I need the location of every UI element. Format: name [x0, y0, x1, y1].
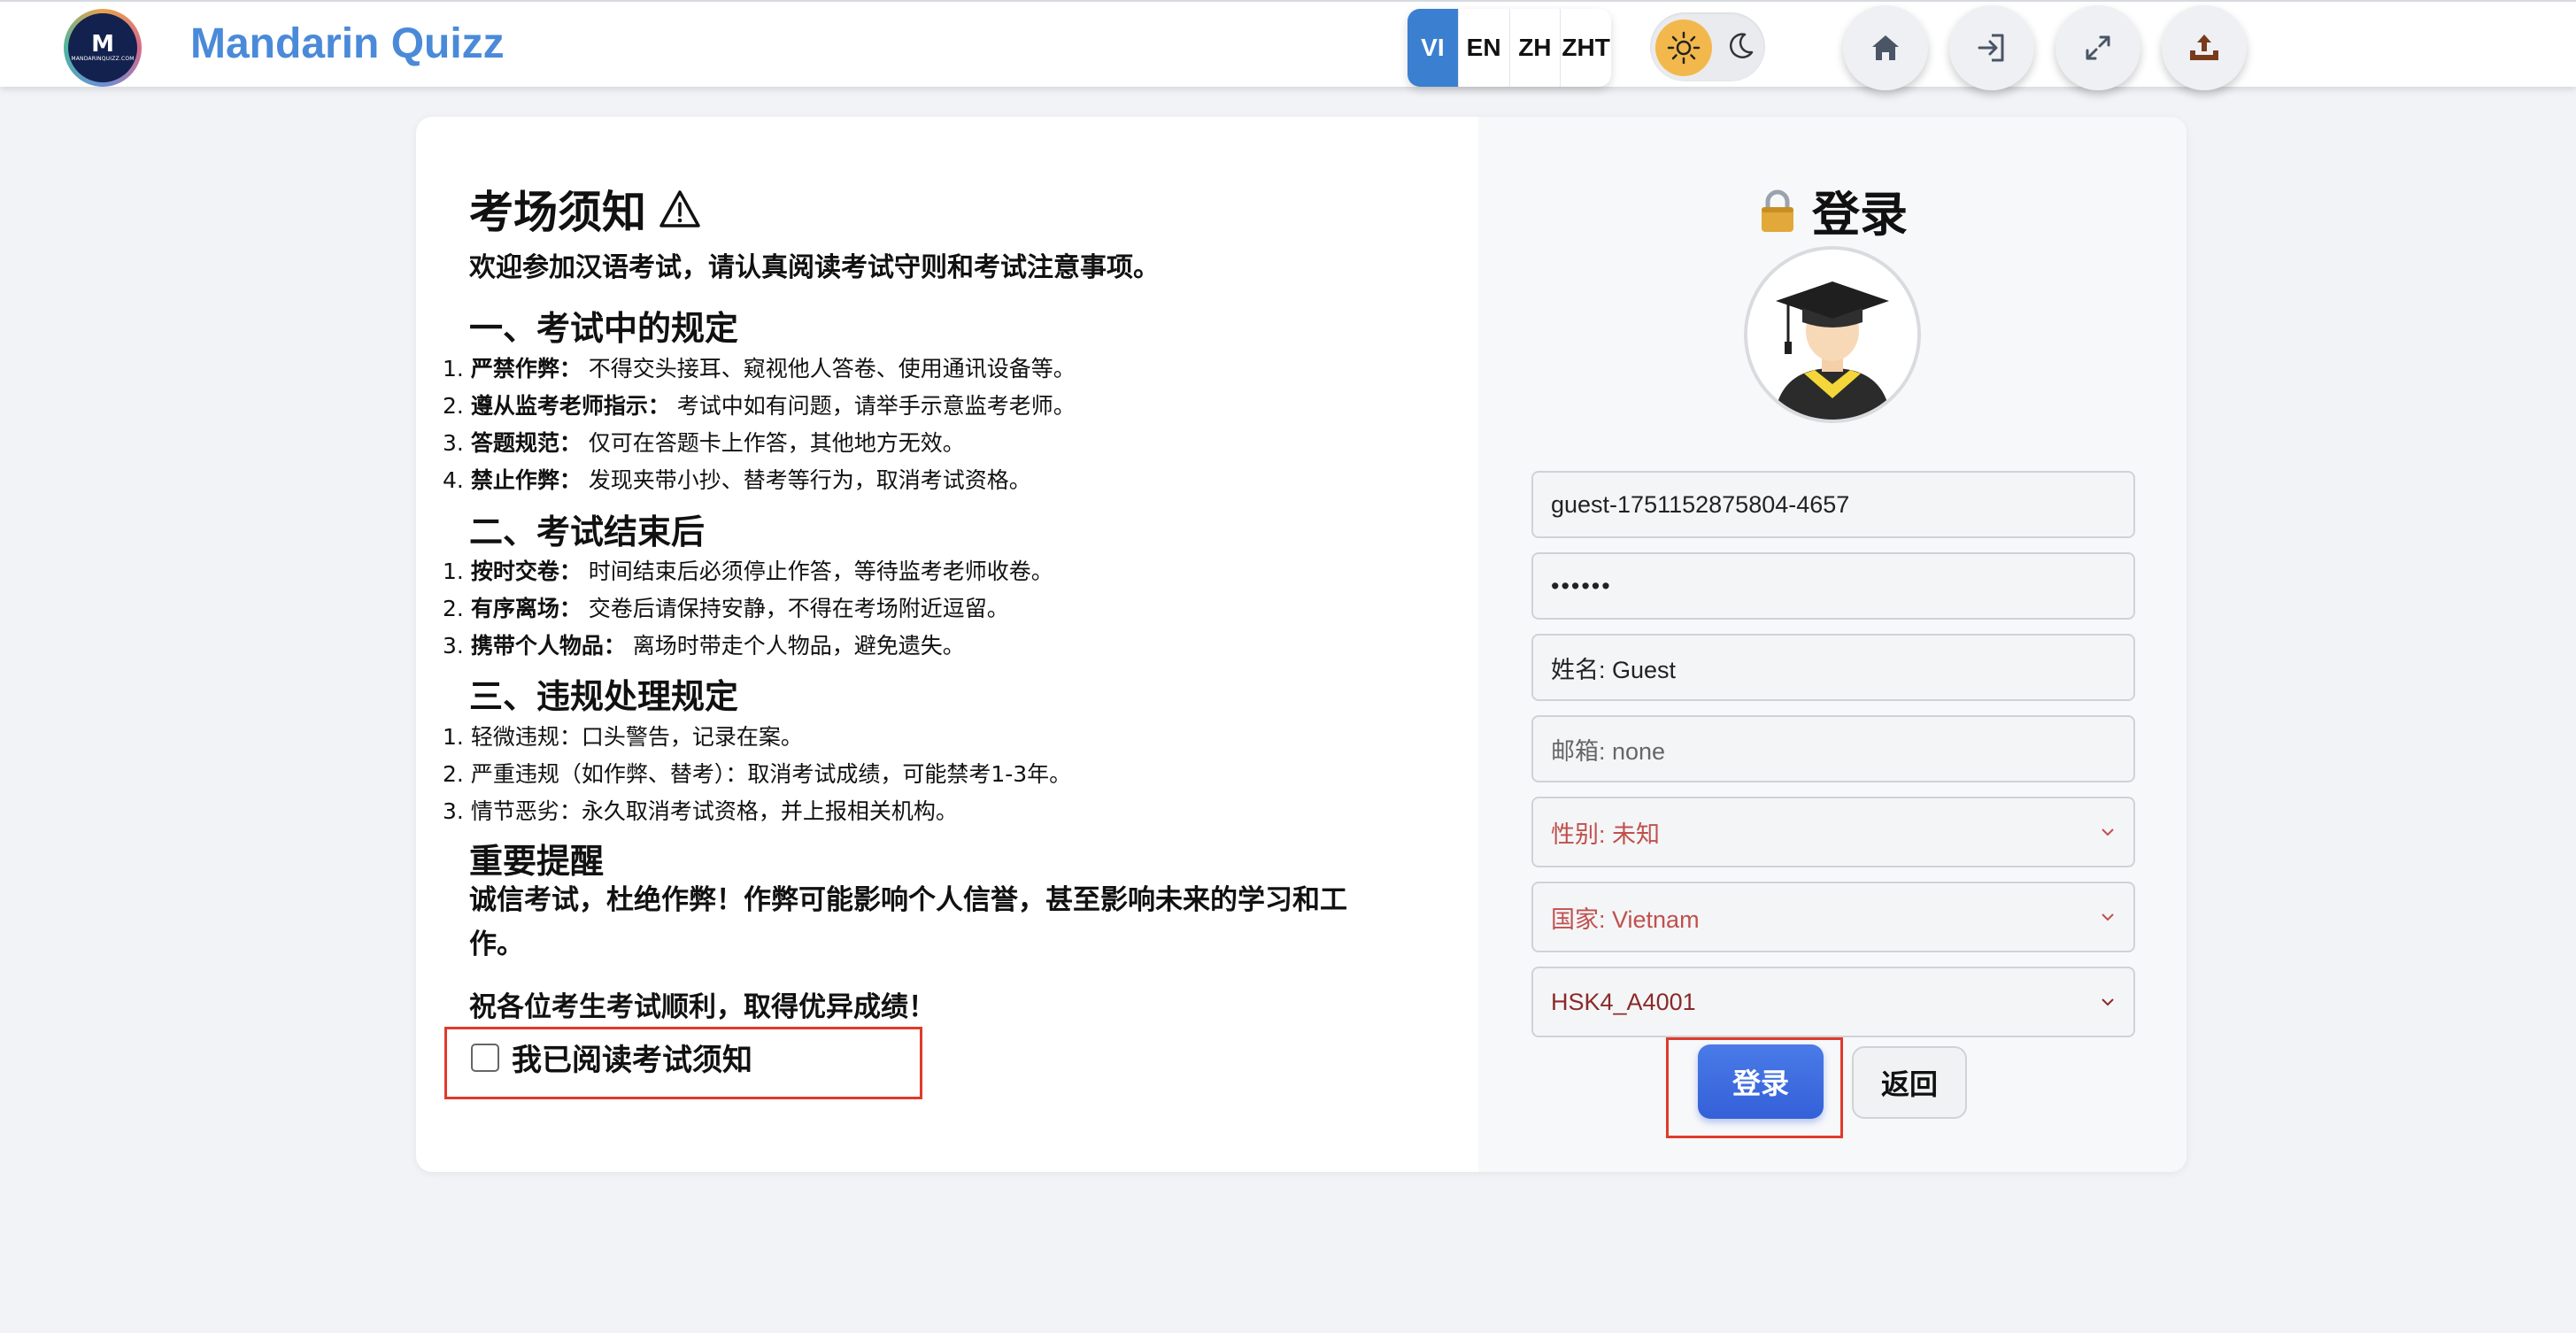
home-button[interactable]	[1843, 5, 1928, 90]
list-item: 2. 遵从监考老师指示： 考试中如有问题，请举手示意监考老师。	[443, 393, 1076, 419]
logo-letter: M	[91, 31, 114, 58]
section1-rules: 1. 严禁作弊： 不得交头接耳、窥视他人答卷、使用通讯设备等。 2. 遵从监考老…	[443, 351, 1076, 499]
home-icon	[1872, 35, 1899, 60]
name-field[interactable]: 姓名: Guest	[1531, 634, 2135, 701]
agree-checkbox[interactable]	[471, 1043, 499, 1072]
closing-wish: 祝各位考生考试顺利，取得优异成绩！	[469, 991, 936, 1023]
username-field[interactable]: guest-1751152875804-4657	[1531, 471, 2135, 538]
chevron-down-icon	[2102, 998, 2114, 1006]
country-select[interactable]: 国家: Vietnam	[1531, 882, 2135, 952]
brand-title[interactable]: Mandarin Quizz	[190, 19, 505, 68]
lang-button-vi[interactable]: VI	[1408, 9, 1459, 87]
notice-title: 考场须知	[469, 177, 701, 241]
login-icon	[1978, 34, 2004, 62]
reminder-body: 诚信考试，杜绝作弊！作弊可能影响个人信誉，甚至影响未来的学习和工作。	[469, 884, 1347, 960]
lock-icon	[1762, 189, 1793, 232]
lang-button-zht[interactable]: ZHT	[1561, 9, 1611, 87]
list-item: 1. 按时交卷： 时间结束后必须停止作答，等待监考老师收卷。	[443, 559, 1053, 584]
logo-small-text: MANDARINQUIZZ.COM	[71, 56, 135, 62]
graduate-avatar-icon	[1744, 246, 1921, 423]
section2-rules: 1. 按时交卷： 时间结束后必须停止作答，等待监考老师收卷。 2. 有序离场： …	[443, 553, 1053, 665]
list-item: 2. 有序离场： 交卷后请保持安静，不得在考场附近逗留。	[443, 596, 1009, 621]
login-title-text: 登录	[1812, 187, 1908, 243]
top-header: M MANDARINQUIZZ.COM Mandarin Quizz VI EN…	[0, 0, 2576, 90]
back-button[interactable]: 返回	[1852, 1046, 1967, 1119]
list-item: 1. 轻微违规：口头警告，记录在案。	[443, 724, 803, 750]
lang-button-zh[interactable]: ZH	[1510, 9, 1562, 87]
list-item: 3. 情节恶劣：永久取消考试资格，并上报相关机构。	[443, 798, 958, 824]
lang-button-en[interactable]: EN	[1459, 9, 1510, 87]
section3-rules: 1. 轻微违规：口头警告，记录在案。 2. 严重违规（如作弊、替考）：取消考试成…	[443, 719, 1071, 830]
reminder-heading: 重要提醒	[469, 842, 605, 881]
fullscreen-icon	[2086, 35, 2110, 60]
logo-badge: M MANDARINQUIZZ.COM	[68, 13, 137, 82]
gender-select[interactable]: 性别: 未知	[1531, 797, 2135, 867]
language-switcher: VI EN ZH ZHT	[1408, 9, 1611, 87]
theme-toggle[interactable]	[1650, 12, 1765, 81]
site-logo[interactable]: M MANDARINQUIZZ.COM	[64, 9, 142, 87]
section1-heading: 一、考试中的规定	[469, 309, 739, 348]
notice-title-text: 考场须知	[469, 187, 646, 238]
list-item: 2. 严重违规（如作弊、替考）：取消考试成绩，可能禁考1-3年。	[443, 761, 1072, 787]
exam-select-value: HSK4_A4001	[1551, 988, 1696, 1015]
login-submit-button[interactable]: 登录	[1698, 1044, 1824, 1119]
exam-select[interactable]: HSK4_A4001	[1531, 967, 2135, 1037]
password-field[interactable]: ••••••	[1531, 552, 2135, 620]
country-select-value: 国家: Vietnam	[1551, 905, 1700, 933]
sun-icon	[1655, 19, 1712, 76]
gender-select-value: 性别: 未知	[1551, 821, 1661, 848]
section3-heading: 三、违规处理规定	[469, 677, 739, 716]
upload-icon	[2190, 35, 2218, 60]
exam-login-card: 考场须知 欢迎参加汉语考试，请认真阅读考试守则和考试注意事项。 一、考试中的规定…	[416, 117, 2187, 1172]
list-item: 1. 严禁作弊： 不得交头接耳、窥视他人答卷、使用通讯设备等。	[443, 356, 1076, 381]
email-field[interactable]: 邮箱: none	[1531, 715, 2135, 782]
login-nav-button[interactable]	[1949, 5, 2034, 90]
warning-icon	[659, 190, 700, 227]
agree-label: 我已阅读考试须知	[512, 1043, 752, 1078]
agree-checkbox-row[interactable]: 我已阅读考试须知	[471, 1036, 752, 1079]
list-item: 3. 携带个人物品： 离场时带走个人物品，避免遗失。	[443, 633, 965, 659]
moon-icon	[1724, 30, 1756, 62]
fullscreen-button[interactable]	[2055, 5, 2140, 90]
upload-button[interactable]	[2162, 5, 2247, 90]
chevron-down-icon	[2102, 828, 2114, 836]
list-item: 3. 答题规范： 仅可在答题卡上作答，其他地方无效。	[443, 430, 965, 456]
list-item: 4. 禁止作弊： 发现夹带小抄、替考等行为，取消考试资格。	[443, 467, 1031, 493]
notice-intro: 欢迎参加汉语考试，请认真阅读考试守则和考试注意事项。	[469, 252, 1160, 283]
chevron-down-icon	[2102, 913, 2114, 921]
login-title: 登录	[1478, 175, 2187, 245]
section2-heading: 二、考试结束后	[469, 512, 706, 551]
